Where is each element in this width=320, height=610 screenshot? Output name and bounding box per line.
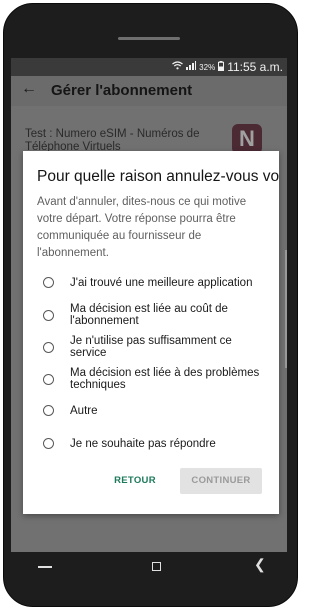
radio-button[interactable]	[43, 405, 54, 416]
option-label: Je n'utilise pas suffisamment ce service	[70, 335, 232, 359]
home-icon[interactable]	[152, 562, 161, 571]
radio-button[interactable]	[43, 374, 54, 385]
option-label: Je ne souhaite pas répondre	[70, 438, 216, 450]
option-label: Ma décision est liée au coût de l'abonne…	[70, 303, 228, 327]
wifi-icon	[172, 61, 184, 73]
continue-button[interactable]: CONTINUER	[180, 468, 262, 494]
battery-percent: 32%	[199, 62, 216, 72]
scrollbar[interactable]	[285, 250, 287, 368]
nav-back-icon[interactable]: ❮	[254, 556, 266, 573]
option-label: J'ai trouvé une meilleure application	[70, 277, 253, 289]
battery-icon	[218, 60, 225, 74]
radio-button[interactable]	[43, 438, 54, 449]
option-label: Ma décision est liée à des problèmes tec…	[70, 367, 260, 391]
signal-icon	[186, 61, 197, 73]
option-label: Autre	[70, 405, 98, 417]
dialog-description: Avant d'annuler, dites-nous ce qui motiv…	[37, 196, 247, 259]
radio-button[interactable]	[43, 310, 54, 321]
clock: 11:55 a.m.	[227, 60, 283, 74]
app-bar: ← Gérer l'abonnement	[11, 76, 287, 106]
app-logo-icon: N	[232, 124, 262, 154]
back-button[interactable]: RETOUR	[113, 468, 157, 494]
cancel-reason-dialog: Pour quelle raison annulez-vous votre ab…	[23, 151, 279, 514]
dialog-title: Pour quelle raison annulez-vous votre ab…	[37, 168, 279, 185]
page-title: Gérer l'abonnement	[51, 82, 193, 99]
arrow-left-icon[interactable]: ←	[21, 80, 37, 98]
earpiece	[118, 37, 180, 40]
status-bar: 32% 11:55 a.m.	[11, 58, 287, 76]
radio-button[interactable]	[43, 342, 54, 353]
recent-apps-icon[interactable]	[38, 566, 52, 568]
navigation-bar: ❮	[11, 552, 287, 596]
radio-button[interactable]	[43, 277, 54, 288]
